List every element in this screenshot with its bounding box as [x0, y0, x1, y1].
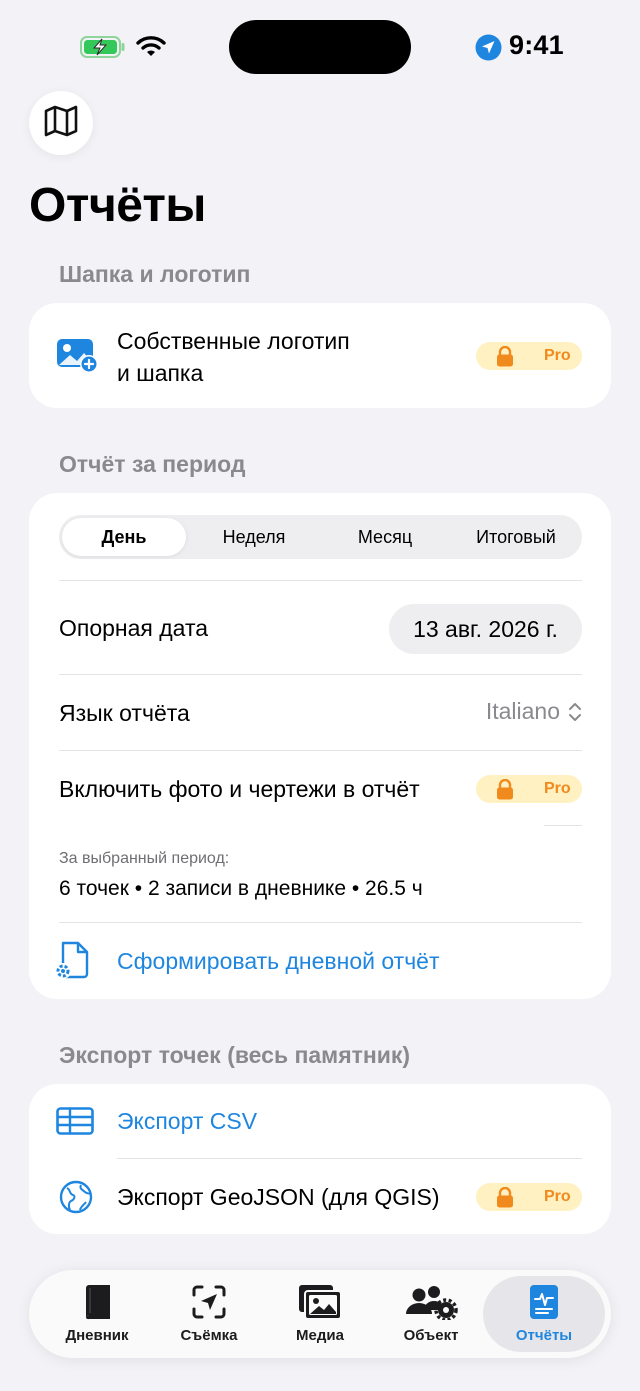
section-header-period: Отчёт за период	[59, 451, 246, 477]
segment-month[interactable]: Месяц	[322, 518, 448, 556]
map-button[interactable]	[29, 91, 93, 155]
tab-bar: Дневник Съёмка Медиа Объект Отчёты	[29, 1270, 611, 1358]
battery-charging-icon	[80, 36, 126, 63]
section-header-logo: Шапка и логотип	[59, 261, 251, 287]
reference-date-picker[interactable]: 13 авг. 2026 г.	[389, 604, 582, 654]
export-geojson-button[interactable]: Экспорт GeoJSON (для QGIS) Pro	[29, 1159, 611, 1234]
section-header-export: Экспорт точек (весь памятник)	[59, 1042, 411, 1068]
lock-icon	[496, 778, 514, 805]
lock-icon	[496, 1186, 514, 1213]
generate-report-label: Сформировать дневной отчёт	[117, 948, 440, 974]
logo-header-label-line2: и шапка	[117, 360, 204, 386]
globe-icon	[59, 1180, 93, 1219]
divider	[59, 674, 582, 675]
summary-text: 6 точек • 2 записи в дневнике • 26.5 ч	[59, 877, 423, 900]
logo-header-card[interactable]: Собственные логотип и шапка Pro	[29, 303, 611, 408]
chevron-up-down-icon	[568, 700, 582, 724]
export-geojson-label: Экспорт GeoJSON (для QGIS)	[117, 1184, 440, 1210]
status-bar: 9:41	[0, 0, 640, 95]
pro-badge-text: Pro	[544, 780, 571, 797]
export-card: Экспорт CSV Экспорт GeoJSON (для QGIS) P…	[29, 1084, 611, 1234]
document-gear-icon	[54, 940, 92, 985]
tab-survey[interactable]: Съёмка	[151, 1270, 267, 1358]
segment-day[interactable]: День	[62, 518, 186, 556]
summary-caption: За выбранный период:	[59, 850, 230, 867]
tab-survey-label: Съёмка	[180, 1327, 238, 1344]
segment-week[interactable]: Неделя	[191, 518, 317, 556]
generate-report-button[interactable]: Сформировать дневной отчёт	[29, 923, 611, 999]
survey-icon	[151, 1284, 267, 1320]
pro-badge[interactable]: Pro	[476, 775, 582, 803]
page-title: Отчёты	[29, 179, 206, 232]
divider	[59, 750, 582, 751]
export-csv-button[interactable]: Экспорт CSV	[29, 1084, 611, 1158]
report-icon	[481, 1284, 607, 1320]
map-icon	[44, 105, 78, 142]
tab-reports-label: Отчёты	[515, 1327, 573, 1344]
pro-badge-text: Pro	[544, 347, 571, 364]
tab-diary[interactable]: Дневник	[39, 1270, 155, 1358]
report-language-value: Italiano	[485, 698, 560, 724]
people-gear-icon	[373, 1284, 489, 1320]
pro-badge-text: Pro	[544, 1188, 571, 1205]
tab-diary-label: Дневник	[65, 1327, 129, 1344]
export-csv-label: Экспорт CSV	[117, 1108, 258, 1134]
report-language-label: Язык отчёта	[59, 700, 190, 726]
divider	[544, 825, 582, 826]
location-arrow-icon	[475, 34, 502, 66]
pro-badge: Pro	[476, 342, 582, 370]
tab-object-label: Объект	[403, 1327, 459, 1344]
table-icon	[56, 1107, 94, 1140]
status-time: 9:41	[509, 30, 564, 60]
pro-badge: Pro	[476, 1183, 582, 1211]
logo-header-label: Собственные логотип и шапка	[117, 325, 350, 389]
photos-icon	[262, 1284, 378, 1320]
book-icon	[39, 1284, 155, 1320]
dynamic-island	[229, 20, 411, 74]
period-segmented-control[interactable]: День Неделя Месяц Итоговый	[59, 515, 582, 559]
tab-media[interactable]: Медиа	[262, 1270, 378, 1358]
segment-summary[interactable]: Итоговый	[453, 518, 579, 556]
tab-object[interactable]: Объект	[373, 1270, 489, 1358]
tab-media-label: Медиа	[296, 1327, 344, 1344]
report-language-picker[interactable]: Italiano	[486, 698, 582, 725]
lock-icon	[496, 345, 514, 372]
logo-header-label-line1: Собственные логотип	[117, 328, 350, 354]
image-add-icon	[55, 337, 101, 380]
period-report-card: День Неделя Месяц Итоговый Опорная дата …	[29, 493, 611, 999]
tab-reports[interactable]: Отчёты	[481, 1270, 607, 1358]
reference-date-label: Опорная дата	[59, 615, 209, 641]
divider	[59, 580, 582, 581]
wifi-icon	[136, 35, 166, 62]
include-photos-label: Включить фото и чертежи в отчёт	[59, 776, 420, 802]
